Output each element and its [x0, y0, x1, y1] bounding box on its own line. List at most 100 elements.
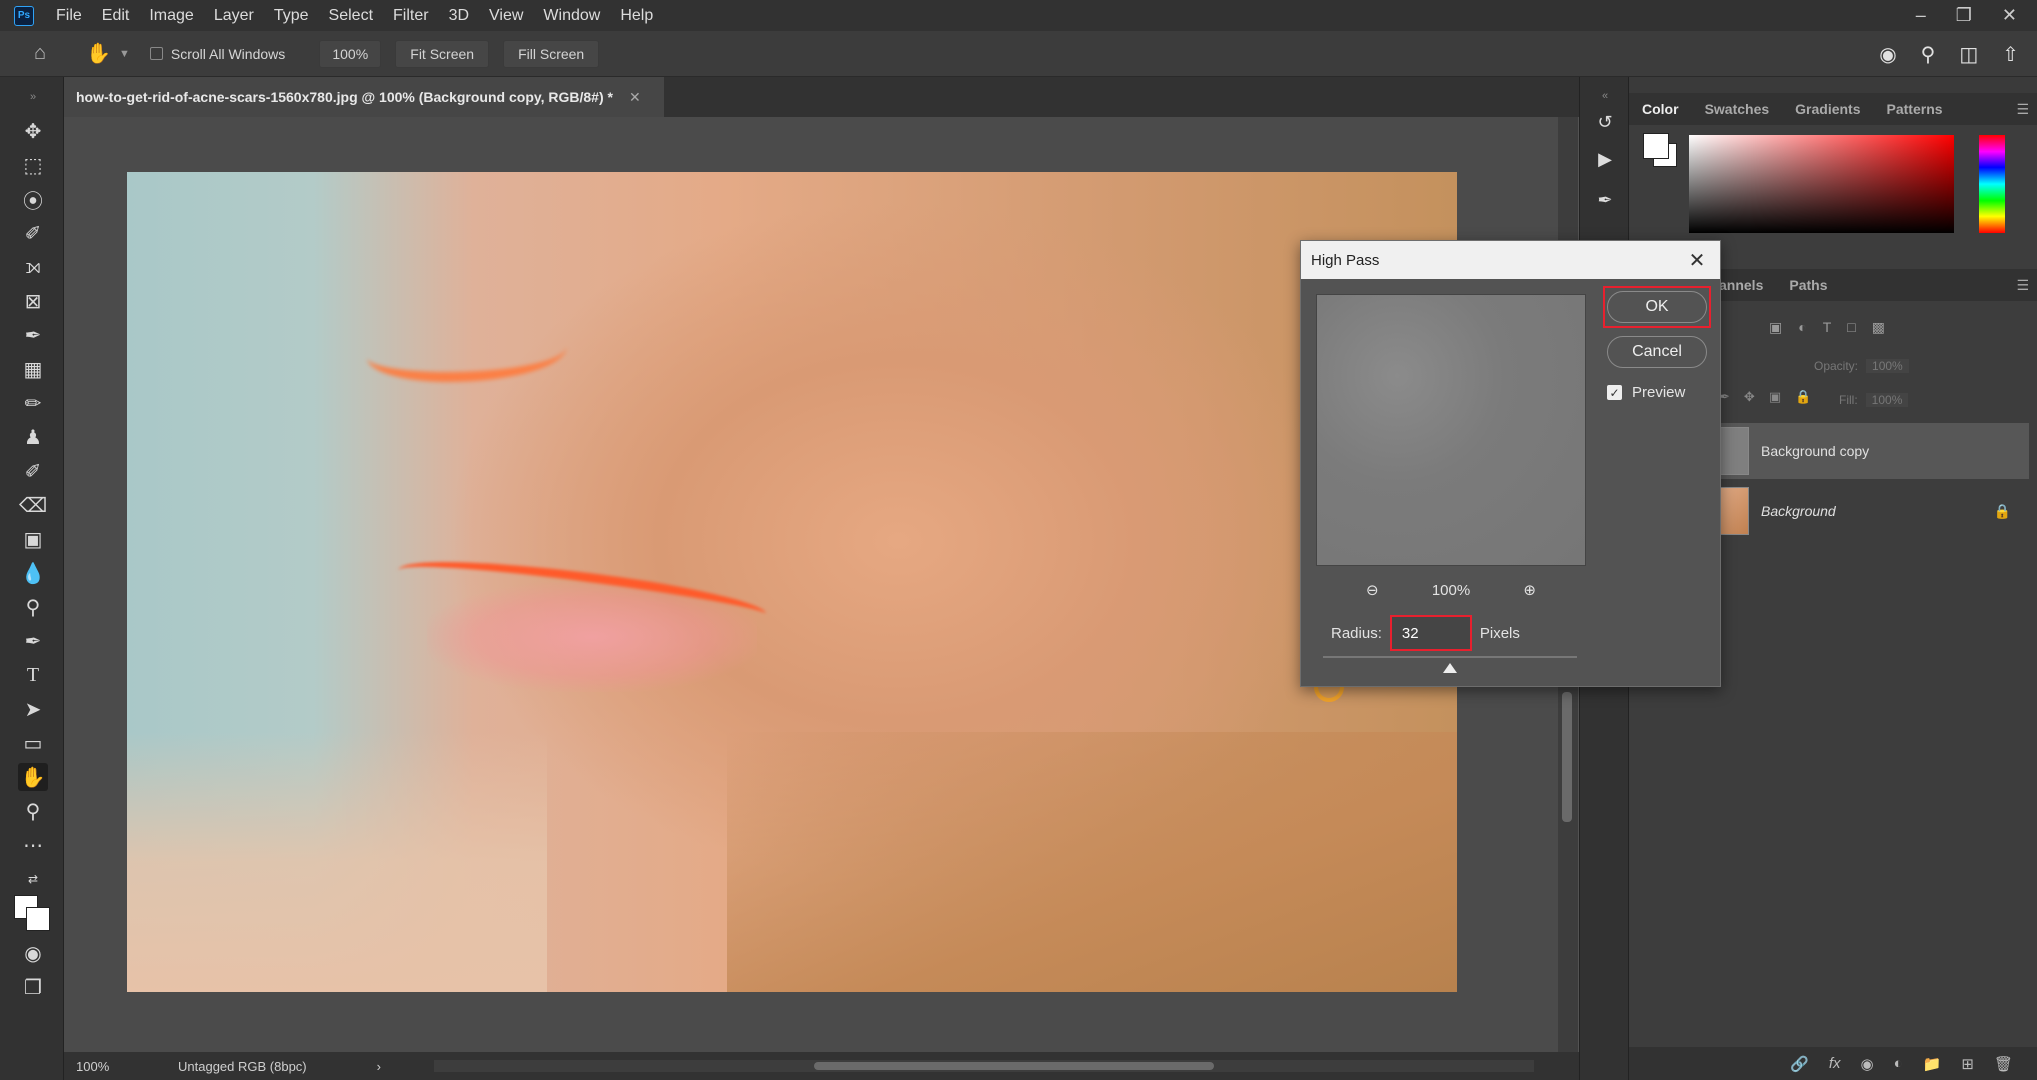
lock-all-icon[interactable]: 🔒 [1795, 389, 1811, 405]
horizontal-scrollbar[interactable] [434, 1060, 1534, 1072]
status-chevron-icon[interactable]: › [377, 1059, 381, 1074]
filter-preview[interactable] [1316, 294, 1586, 566]
gradient-tool-icon[interactable]: ▣ [18, 525, 48, 553]
collapse-toolbar-icon[interactable]: » [18, 83, 48, 111]
rectangle-tool-icon[interactable]: ▭ [18, 729, 48, 757]
marquee-tool-icon[interactable]: ⬚ [18, 151, 48, 179]
tab-patterns[interactable]: Patterns [1874, 101, 1956, 117]
scrollbar-thumb[interactable] [1562, 692, 1572, 822]
frame-tool-icon[interactable]: ⊠ [18, 287, 48, 315]
checkmark-icon[interactable]: ✓ [1607, 385, 1622, 400]
adjustment-filter-icon[interactable]: ◐ [1798, 319, 1806, 336]
close-tab-icon[interactable]: ✕ [629, 89, 641, 106]
layer-row[interactable]: Background 🔒 [1719, 483, 2029, 539]
layer-row[interactable]: Background copy [1719, 423, 2029, 479]
close-window-icon[interactable]: ✕ [2002, 5, 2017, 26]
close-icon[interactable]: ✕ [1684, 247, 1710, 273]
menu-type[interactable]: Type [264, 7, 319, 25]
search-icon[interactable]: ⚲ [1921, 42, 1936, 67]
radius-slider-thumb[interactable] [1443, 663, 1457, 673]
tab-swatches[interactable]: Swatches [1692, 101, 1783, 117]
color-field[interactable] [1689, 135, 1954, 233]
learn-icon[interactable]: ◉ [1879, 42, 1896, 67]
menu-view[interactable]: View [479, 7, 533, 25]
lock-artboard-icon[interactable]: ▣ [1769, 389, 1781, 405]
clone-stamp-tool-icon[interactable]: ♟ [18, 423, 48, 451]
move-tool-icon[interactable]: ✥ [18, 117, 48, 145]
new-group-icon[interactable]: 📁 [1923, 1055, 1942, 1073]
type-filter-icon[interactable]: T [1823, 319, 1832, 336]
restore-icon[interactable]: ❐ [1956, 5, 1972, 26]
screen-mode-icon[interactable]: ❐ [18, 973, 48, 1001]
panel-menu-icon[interactable]: ☰ [2016, 277, 2029, 294]
more-tools-icon[interactable]: ⋯ [18, 831, 48, 859]
document-image[interactable] [127, 172, 1457, 992]
menu-file[interactable]: File [46, 7, 92, 25]
menu-filter[interactable]: Filter [383, 7, 439, 25]
zoom-in-icon[interactable]: ⊕ [1523, 581, 1536, 599]
workspace-icon[interactable]: ◫ [1959, 42, 1978, 67]
shape-filter-icon[interactable]: □ [1847, 319, 1855, 336]
menu-layer[interactable]: Layer [204, 7, 264, 25]
type-tool-icon[interactable]: T [18, 661, 48, 689]
add-mask-icon[interactable]: ◉ [1861, 1055, 1874, 1073]
foreground-color-swatch[interactable] [1643, 133, 1669, 159]
status-zoom[interactable]: 100% [76, 1059, 156, 1074]
menu-select[interactable]: Select [319, 7, 383, 25]
link-layers-icon[interactable]: 🔗 [1790, 1055, 1809, 1073]
zoom-out-icon[interactable]: ⊖ [1366, 581, 1379, 599]
lasso-tool-icon[interactable]: ⦿ [18, 185, 48, 213]
panel-menu-icon[interactable]: ☰ [2016, 101, 2029, 118]
preview-checkbox-row[interactable]: ✓ Preview [1607, 384, 1685, 401]
crop-tool-icon[interactable]: ⟕ [18, 253, 48, 281]
new-layer-icon[interactable]: ⊞ [1961, 1055, 1974, 1073]
history-icon[interactable]: ↺ [1590, 107, 1620, 137]
delete-layer-icon[interactable]: 🗑 [1994, 1055, 2013, 1073]
dodge-tool-icon[interactable]: ⚲ [18, 593, 48, 621]
healing-brush-tool-icon[interactable]: ▦ [18, 355, 48, 383]
chevron-down-icon[interactable]: ▼ [119, 48, 130, 60]
minimize-icon[interactable]: – [1916, 5, 1926, 26]
brush-tool-icon[interactable]: ✏ [18, 389, 48, 417]
zoom-tool-icon[interactable]: ⚲ [18, 797, 48, 825]
menu-image[interactable]: Image [139, 7, 203, 25]
zoom-field[interactable]: 100% [319, 39, 382, 68]
tab-gradients[interactable]: Gradients [1782, 101, 1873, 117]
pen-tool-icon[interactable]: ✒ [18, 627, 48, 655]
scrollbar-thumb[interactable] [814, 1062, 1214, 1070]
share-icon[interactable]: ⇧ [2002, 42, 2019, 67]
home-icon[interactable]: ⌂ [34, 42, 46, 65]
path-selection-tool-icon[interactable]: ➤ [18, 695, 48, 723]
actions-play-icon[interactable]: ▶ [1590, 144, 1620, 174]
quick-selection-tool-icon[interactable]: ✐ [18, 219, 48, 247]
radius-input[interactable]: 32 [1389, 615, 1472, 651]
layer-style-icon[interactable]: fx [1829, 1055, 1841, 1072]
tab-color[interactable]: Color [1629, 101, 1692, 117]
background-color-swatch[interactable] [26, 907, 50, 931]
opacity-field[interactable]: 100% [1866, 359, 1909, 373]
menu-3d[interactable]: 3D [439, 7, 479, 25]
fill-field[interactable]: 100% [1865, 393, 1909, 407]
hue-slider[interactable] [1979, 135, 2005, 233]
menu-edit[interactable]: Edit [92, 7, 140, 25]
lock-position-icon[interactable]: ✥ [1744, 389, 1755, 405]
eraser-tool-icon[interactable]: ⌫ [18, 491, 48, 519]
fill-screen-button[interactable]: Fill Screen [503, 39, 600, 68]
radius-slider-track[interactable] [1323, 656, 1577, 658]
fit-screen-button[interactable]: Fit Screen [395, 39, 490, 68]
quick-mask-icon[interactable]: ◉ [18, 939, 48, 967]
brush-settings-icon[interactable]: ✒ [1590, 185, 1620, 215]
swap-colors-icon[interactable]: ⇄ [18, 865, 48, 893]
hand-tool-icon[interactable]: ✋ [86, 41, 111, 66]
blur-tool-icon[interactable]: 💧 [18, 559, 48, 587]
hand-tool-icon[interactable]: ✋ [18, 763, 48, 791]
eyedropper-tool-icon[interactable]: ✒ [18, 321, 48, 349]
checkbox-box[interactable] [149, 47, 163, 60]
tab-paths[interactable]: Paths [1776, 277, 1840, 293]
history-brush-tool-icon[interactable]: ✐ [18, 457, 48, 485]
adjustment-layer-icon[interactable]: ◐ [1894, 1055, 1903, 1072]
cancel-button[interactable]: Cancel [1607, 336, 1707, 368]
menu-window[interactable]: Window [533, 7, 610, 25]
document-tab[interactable]: how-to-get-rid-of-acne-scars-1560x780.jp… [64, 77, 664, 117]
smart-object-filter-icon[interactable]: ▩ [1872, 319, 1885, 336]
